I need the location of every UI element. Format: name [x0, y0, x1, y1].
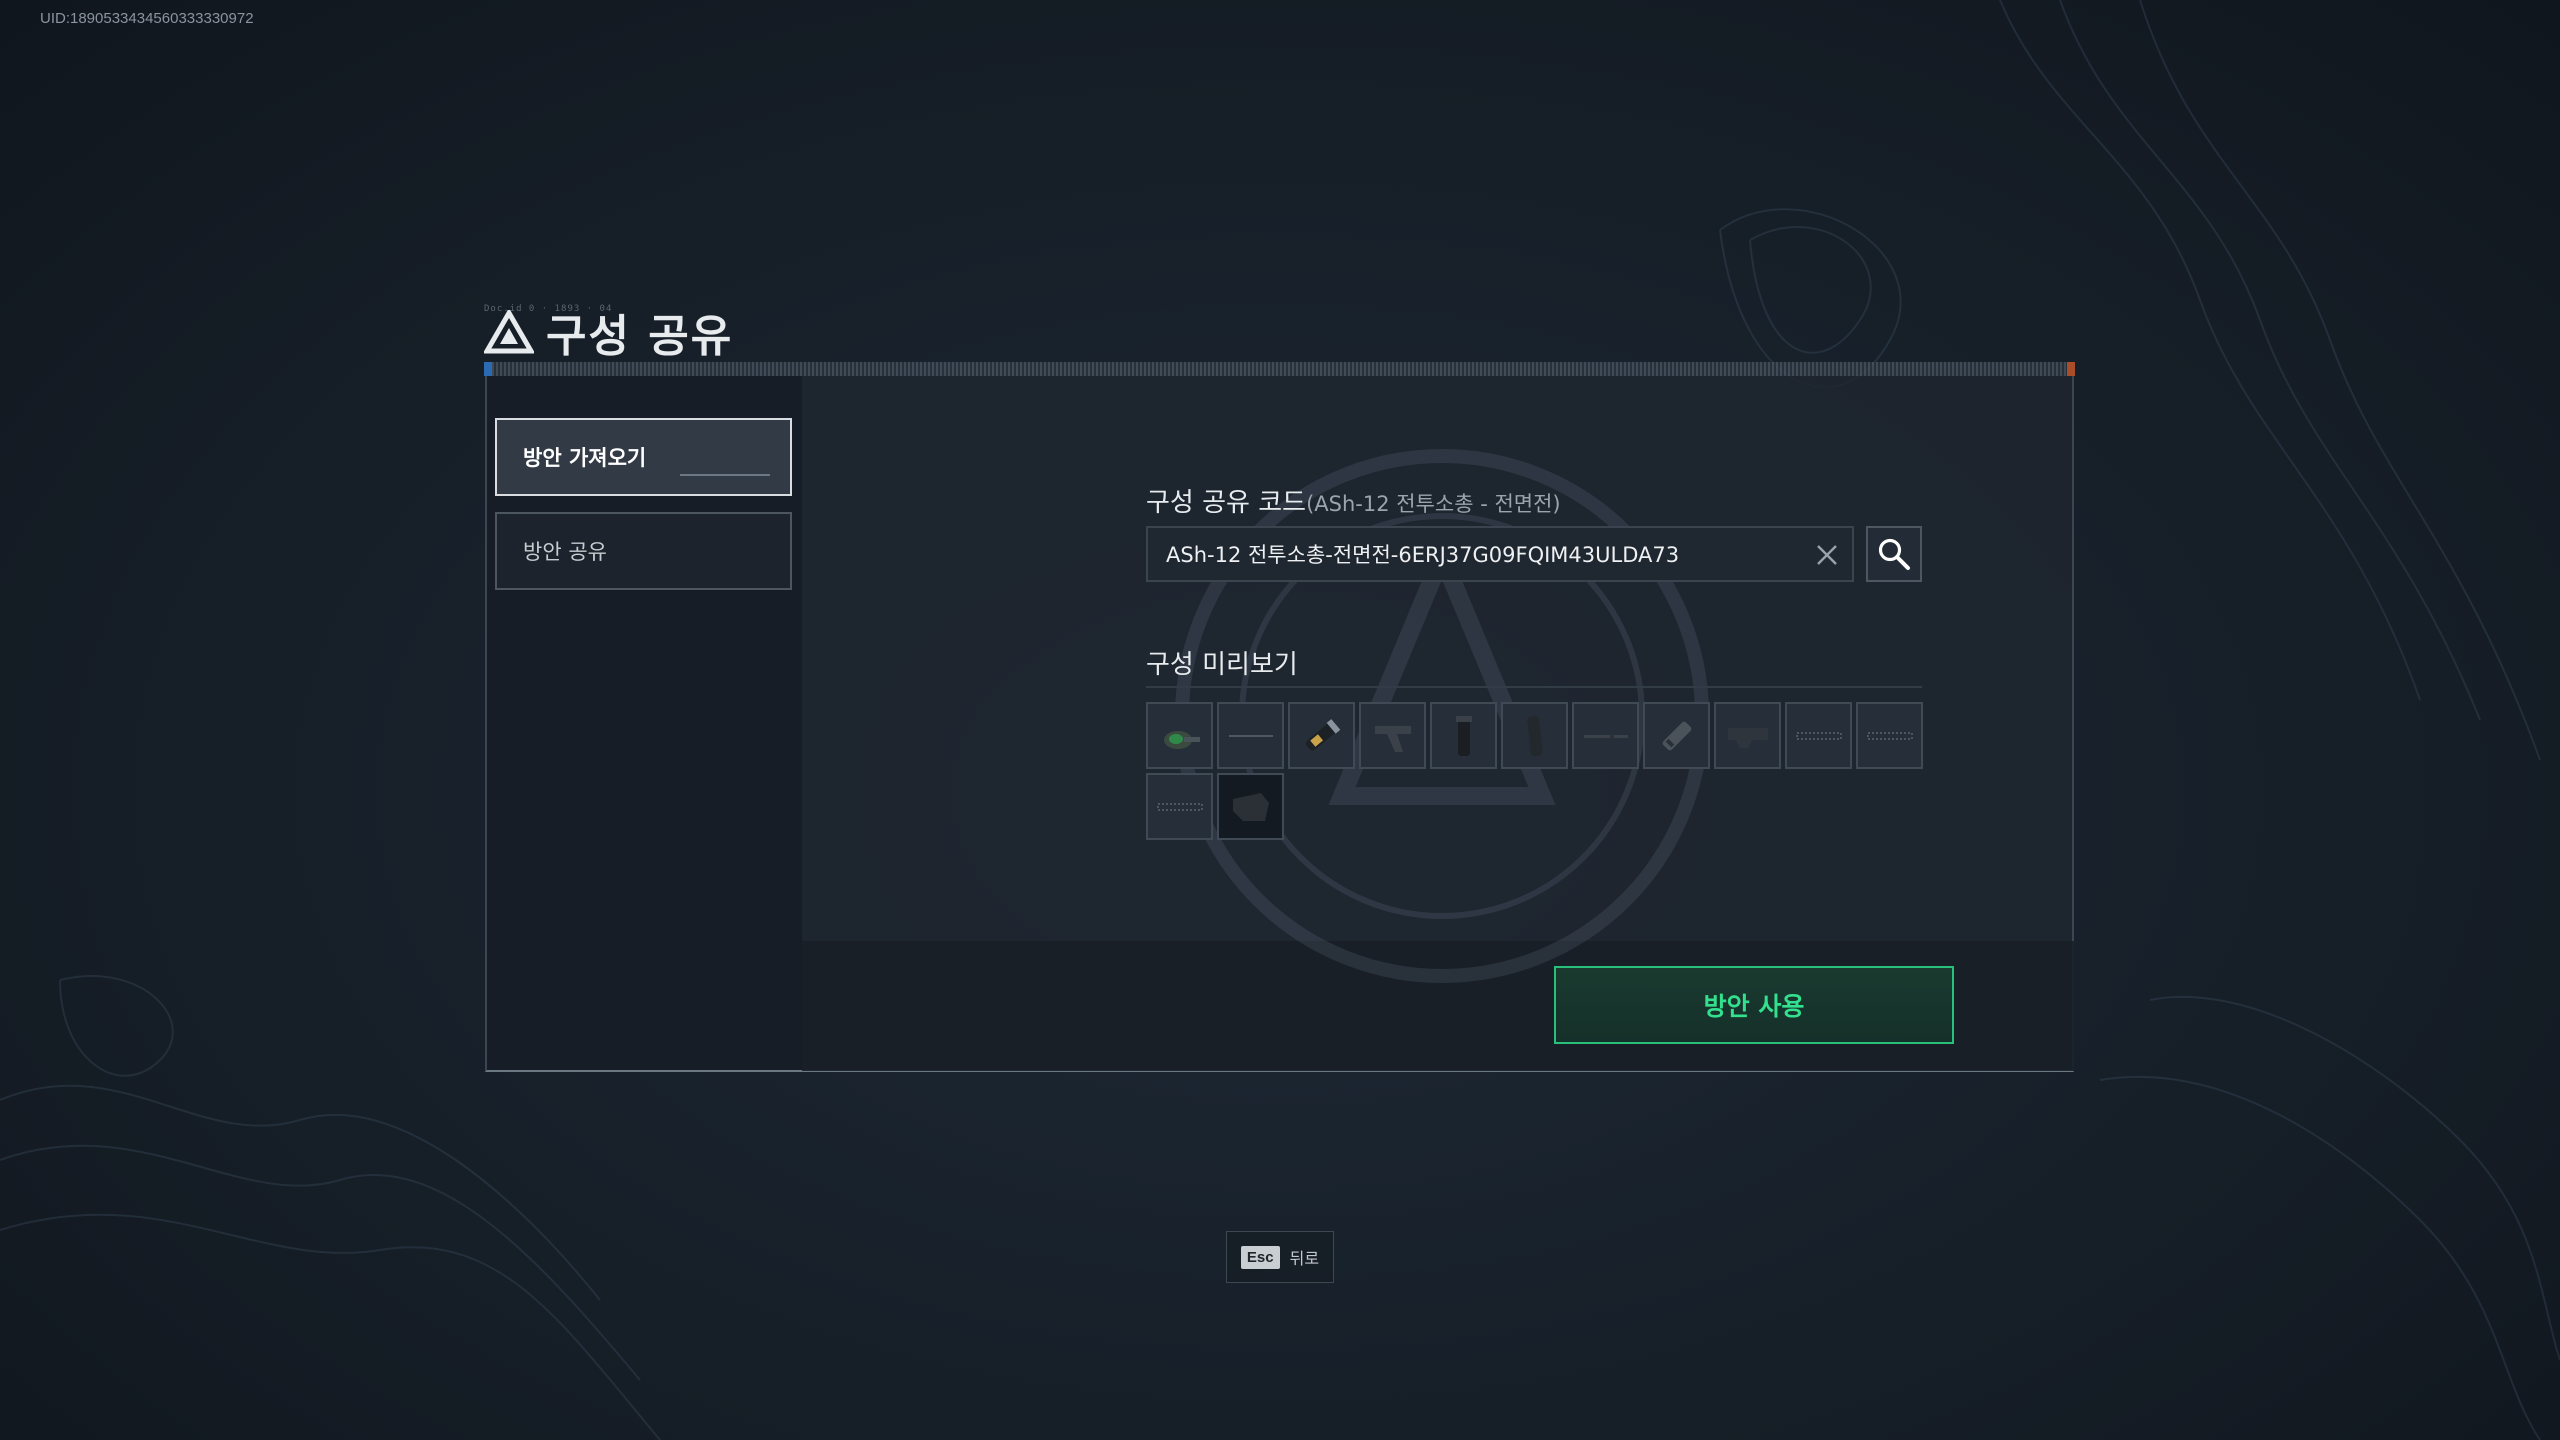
header-strip: [484, 362, 2075, 376]
barrel-icon: [1583, 733, 1628, 739]
flashlight-icon: [1305, 718, 1340, 751]
magazine-icon: [1526, 715, 1543, 756]
back-label: 뒤로: [1289, 1249, 1320, 1268]
share-code-input[interactable]: ASh-12 전투소총-전면전-6ERJ37G09FQIM43ULDA73: [1146, 526, 1854, 582]
share-code-title: 구성 공유 코드: [1146, 488, 1307, 518]
foregrip-icon: [1455, 715, 1472, 756]
sidebar-item-share[interactable]: 방안 공유: [495, 512, 792, 590]
back-button[interactable]: Esc 뒤로: [1226, 1231, 1334, 1283]
search-icon: [1878, 538, 1910, 570]
attachment-slot-muzzle[interactable]: [1643, 702, 1710, 769]
share-code-label: 구성 공유 코드(ASh-12 전투소총 - 전면전): [1146, 482, 1561, 519]
attachment-slot-grip[interactable]: [1359, 702, 1426, 769]
share-code-sublabel: (ASh-12 전투소총 - 전면전): [1306, 492, 1561, 516]
share-config-panel: 방안 가져오기 방안 공유 구성 공유 코드(ASh-12 전투소총 - 전면전…: [485, 376, 2074, 1072]
attachment-slot-magazine[interactable]: [1501, 702, 1568, 769]
sidebar: 방안 가져오기 방안 공유: [487, 376, 802, 1070]
content-area: 구성 공유 코드(ASh-12 전투소총 - 전면전) ASh-12 전투소총-…: [802, 376, 2074, 1071]
attachment-slot-scope[interactable]: [1146, 702, 1213, 769]
divider: [1146, 686, 1922, 688]
search-button[interactable]: [1866, 526, 1922, 582]
delta-logo-icon: [484, 310, 534, 354]
page-title: 구성 공유: [546, 311, 734, 362]
muzzle-icon: [1662, 721, 1691, 750]
attachment-slot-stock[interactable]: [1217, 773, 1284, 840]
preview-label: 구성 미리보기: [1146, 650, 1298, 680]
attachment-slot-flashlight[interactable]: [1288, 702, 1355, 769]
rail-cover-icon: [1795, 731, 1842, 740]
decorative-line: [680, 474, 770, 476]
rail-icon: [1228, 734, 1273, 737]
attachment-slot-barrel[interactable]: [1572, 702, 1639, 769]
rail-cover-icon: [1156, 802, 1203, 811]
esc-key-icon: Esc: [1240, 1245, 1280, 1269]
share-code-value: ASh-12 전투소총-전면전-6ERJ37G09FQIM43ULDA73: [1166, 543, 1680, 567]
preview-slots: [1146, 702, 1926, 840]
attachment-slot-rail-cover[interactable]: [1785, 702, 1852, 769]
rail-cover-icon: [1866, 731, 1913, 740]
attachment-slot-rail-cover[interactable]: [1856, 702, 1923, 769]
use-plan-button[interactable]: 방안 사용: [1554, 966, 1954, 1044]
page-header: 구성 공유: [484, 300, 733, 364]
sidebar-item-label: 방안 가져오기: [523, 446, 647, 470]
grip-icon: [1374, 725, 1411, 752]
stock-icon: [1232, 792, 1269, 821]
attachment-slot-rail-cover[interactable]: [1146, 773, 1213, 840]
scope-icon: [1163, 730, 1200, 749]
close-icon[interactable]: [1814, 542, 1840, 568]
attachment-slot-rail[interactable]: [1217, 702, 1284, 769]
attachment-slot-foregrip[interactable]: [1430, 702, 1497, 769]
attachment-slot-receiver[interactable]: [1714, 702, 1781, 769]
receiver-icon: [1727, 727, 1768, 748]
uid-label: UID:1890533434560333330972: [40, 10, 254, 27]
screen: UID:1890533434560333330972 Doc.id 0 · 18…: [0, 0, 2560, 1440]
sidebar-item-label: 방안 공유: [523, 540, 607, 564]
sidebar-item-import[interactable]: 방안 가져오기: [495, 418, 792, 496]
